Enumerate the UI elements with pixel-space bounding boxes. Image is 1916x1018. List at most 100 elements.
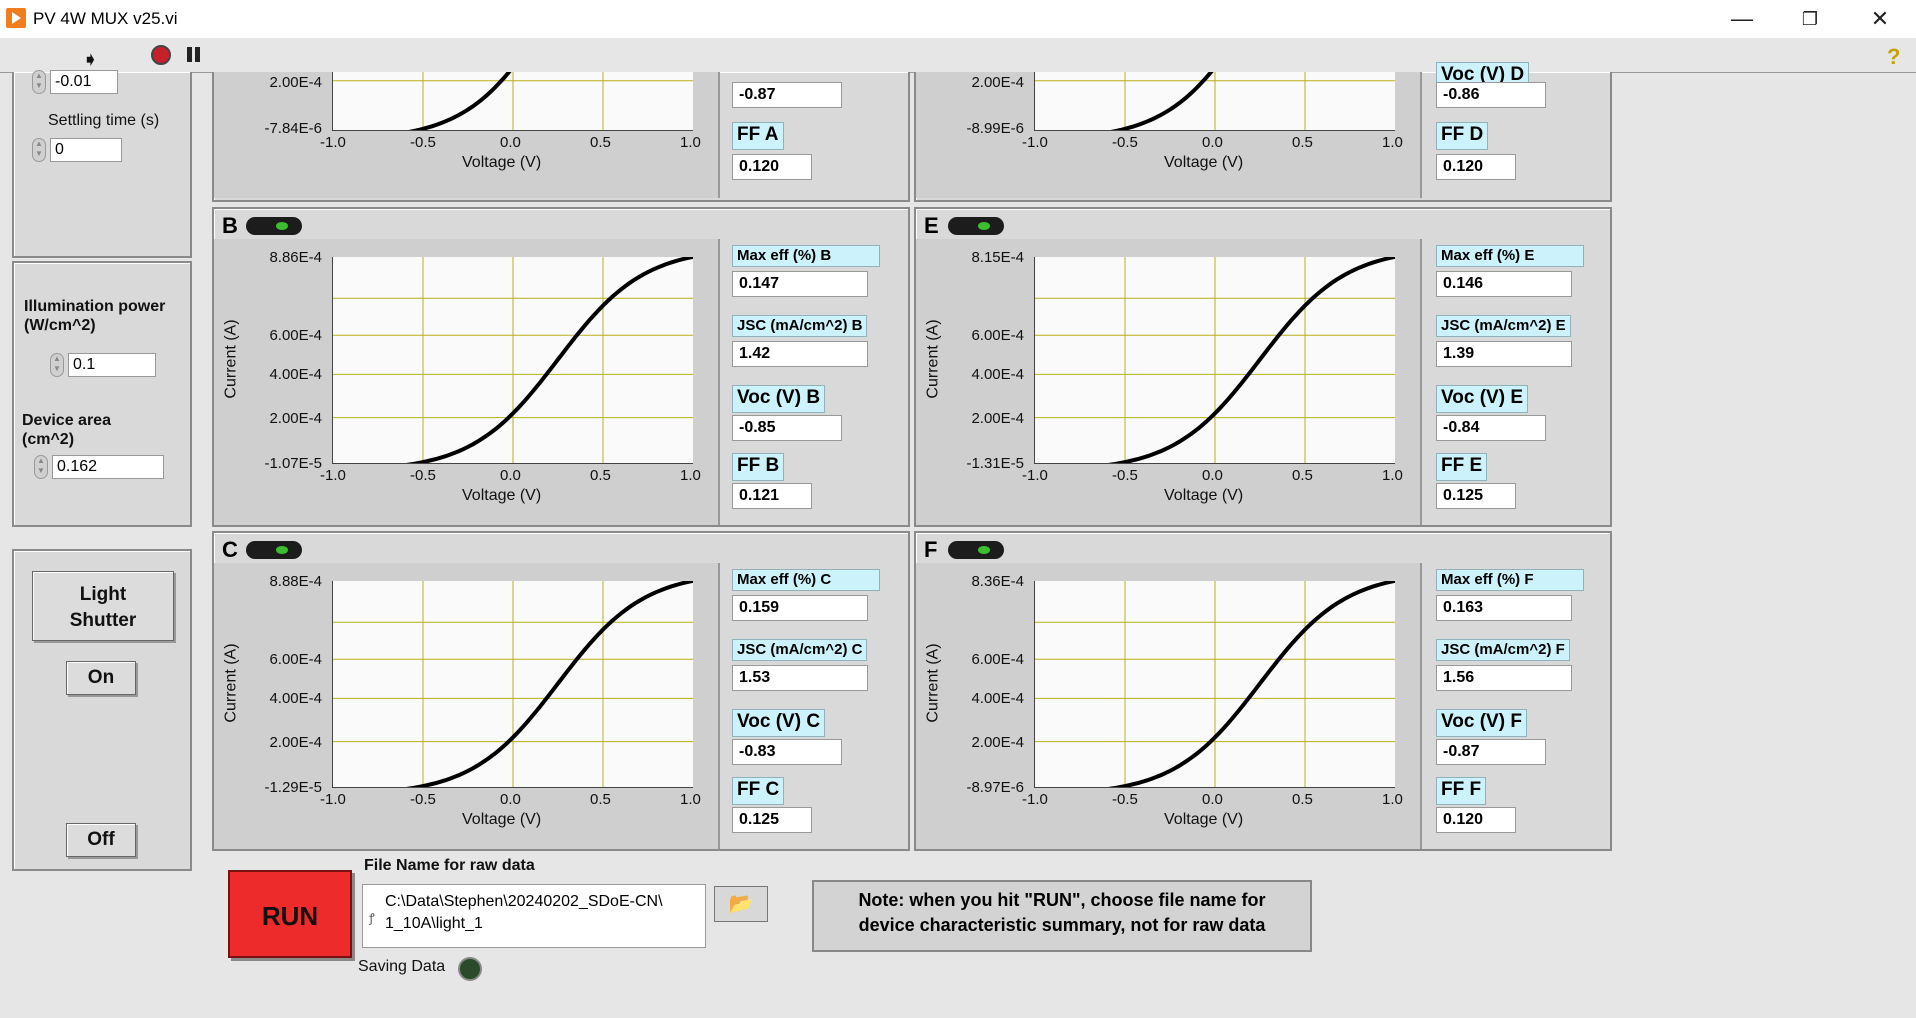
- illumination-power-input[interactable]: 0.1: [68, 353, 156, 377]
- shutter-off-button[interactable]: Off: [66, 823, 136, 857]
- light-shutter-panel: Light Shutter On Off: [12, 549, 192, 871]
- title-bar: PV 4W MUX v25.vi — ❐ ✕: [0, 0, 1916, 38]
- x-tick-label: -1.0: [1022, 791, 1048, 808]
- note-line-1: Note: when you hit "RUN", choose file na…: [858, 890, 1266, 910]
- spinner-icon[interactable]: ▲ ▼: [34, 455, 48, 479]
- x-tick-label: 0.5: [590, 134, 611, 151]
- abort-icon[interactable]: [151, 45, 171, 65]
- jsc-label: JSC (mA/cm^2) B: [732, 315, 868, 337]
- y-tick-label: 4.00E-4: [971, 366, 1024, 384]
- device-status-led: [948, 541, 1004, 559]
- settling-time-input[interactable]: 0: [50, 138, 122, 162]
- y-tick-label: -1.07E-5: [264, 455, 322, 472]
- x-tick-label: -0.5: [1112, 467, 1138, 484]
- max-eff-value: 0.147: [732, 271, 868, 297]
- voc-label: Voc (V) C: [732, 709, 826, 737]
- x-tick-label: -0.5: [410, 791, 436, 808]
- labview-app-icon: [6, 8, 26, 28]
- device-label: F: [924, 537, 938, 562]
- illumination-power-control[interactable]: ▲ ▼ 0.1: [50, 353, 160, 377]
- shutter-label-2: Shutter: [69, 610, 137, 631]
- restore-button[interactable]: ❐: [1776, 0, 1844, 38]
- help-icon[interactable]: ?: [1887, 44, 1900, 70]
- y-tick-label: 6.00E-4: [269, 651, 322, 669]
- y-tick-label: -8.99E-6: [966, 120, 1024, 137]
- x-tick-label: -1.0: [320, 791, 346, 808]
- file-path-input[interactable]: ꝭ C:\Data\Stephen\20240202_SDoE-CN\ 1_10…: [362, 884, 706, 948]
- spinner-icon[interactable]: ▲ ▼: [50, 353, 64, 377]
- x-tick-label: 0.0: [500, 467, 521, 484]
- x-axis-label: Voltage (V): [1164, 487, 1244, 504]
- device-panel-e: E 8.15E-4 6.00E-4 4.00E-4 2.00E-4 -1.31E-5 -1.…: [914, 207, 1612, 527]
- y-tick-label: -1.29E-5: [264, 779, 322, 796]
- close-button[interactable]: ✕: [1846, 0, 1914, 38]
- x-tick-label: -0.5: [1112, 791, 1138, 808]
- minimize-button[interactable]: —: [1708, 0, 1776, 38]
- jsc-label: JSC (mA/cm^2) F: [1436, 639, 1570, 661]
- y-tick-label: -7.84E-6: [264, 120, 322, 137]
- saving-data-label: Saving Data: [358, 958, 446, 975]
- pause-icon[interactable]: [187, 47, 192, 62]
- ff-label: FF F: [1436, 777, 1487, 805]
- device-status-led: [246, 541, 302, 559]
- saving-data-led: [458, 957, 482, 981]
- y-axis-label: Current (A): [924, 319, 942, 399]
- run-continuously-icon[interactable]: ➧: [82, 47, 99, 72]
- spinner-icon[interactable]: ▲ ▼: [32, 138, 46, 162]
- iv-plot-area: [1034, 581, 1395, 788]
- device-area-control[interactable]: ▲ ▼ 0.162: [34, 455, 164, 479]
- spinner-icon[interactable]: ▲ ▼: [32, 70, 46, 94]
- jsc-value: 1.56: [1436, 665, 1572, 691]
- settling-time-label: Settling time (s): [48, 112, 160, 129]
- max-eff-label: Max eff (%) F: [1436, 569, 1584, 591]
- iv-plot-area: [332, 581, 693, 788]
- light-shutter-button[interactable]: Light Shutter: [32, 571, 174, 641]
- max-eff-label: Max eff (%) C: [732, 569, 880, 591]
- voltage-step-input[interactable]: -0.01: [50, 70, 118, 94]
- illumination-power-unit: (W/cm^2): [24, 317, 96, 334]
- device-panel-b: B 8.86E-4 6.00E-4 4.00E-4 2.00E-4 -1.07E-5 -1.…: [212, 207, 910, 527]
- file-name-label: File Name for raw data: [364, 857, 535, 874]
- shutter-label-1: Light: [79, 584, 127, 605]
- settling-time-control[interactable]: ▲ ▼ 0: [32, 138, 142, 162]
- x-tick-label: 0.5: [1292, 467, 1313, 484]
- voltage-step-control[interactable]: ▲ ▼ -0.01: [32, 70, 118, 94]
- illumination-power-label: Illumination power: [24, 298, 166, 315]
- device-panel-c: C 8.88E-4 6.00E-4 4.00E-4 2.00E-4 -1.29E-5 -1.…: [212, 531, 910, 851]
- window-title: PV 4W MUX v25.vi: [33, 9, 178, 28]
- y-tick-label: -8.97E-6: [966, 779, 1024, 796]
- device-status-led: [246, 217, 302, 235]
- device-area-unit: (cm^2): [22, 431, 75, 448]
- device-status-led: [948, 217, 1004, 235]
- note-line-2: device characteristic summary, not for r…: [858, 915, 1266, 935]
- file-path-line-1: C:\Data\Stephen\20240202_SDoE-CN\: [385, 893, 663, 910]
- y-tick-label: 8.88E-4: [269, 573, 322, 590]
- x-tick-label: -0.5: [1112, 134, 1138, 151]
- voc-label: Voc (V) E: [1436, 385, 1528, 413]
- voc-value: -0.87: [732, 82, 842, 108]
- voc-value: -0.84: [1436, 415, 1546, 441]
- y-axis-label: Current (A): [222, 319, 240, 399]
- device-area-input[interactable]: 0.162: [52, 455, 164, 479]
- ff-value: 0.120: [1436, 807, 1516, 833]
- max-eff-value: 0.163: [1436, 595, 1572, 621]
- device-panel-a: 2.00E-4 -7.84E-6 -1.0 -0.5 0.0 0.5 1.0 Voltage …: [212, 72, 910, 202]
- browse-folder-button[interactable]: 📂: [714, 886, 768, 922]
- run-button[interactable]: RUN: [228, 870, 352, 958]
- x-tick-label: 0.0: [500, 134, 521, 151]
- y-axis-label: Current (A): [222, 643, 240, 723]
- x-tick-label: 0.5: [1292, 791, 1313, 808]
- jsc-value: 1.39: [1436, 341, 1572, 367]
- y-tick-label: 4.00E-4: [971, 690, 1024, 708]
- ff-value: 0.120: [1436, 154, 1516, 180]
- iv-plot-area: [332, 72, 693, 131]
- x-axis-label: Voltage (V): [462, 811, 542, 828]
- x-tick-label: 0.5: [590, 791, 611, 808]
- x-tick-label: 0.0: [1202, 134, 1223, 151]
- sweep-settings-panel: ▲ ▼ -0.01 Settling time (s) ▲ ▼ 0: [12, 70, 192, 258]
- ff-value: 0.120: [732, 154, 812, 180]
- x-tick-label: -1.0: [320, 467, 346, 484]
- shutter-on-button[interactable]: On: [66, 661, 136, 695]
- x-axis-label: Voltage (V): [1164, 811, 1244, 828]
- ff-label: FF A: [732, 122, 784, 150]
